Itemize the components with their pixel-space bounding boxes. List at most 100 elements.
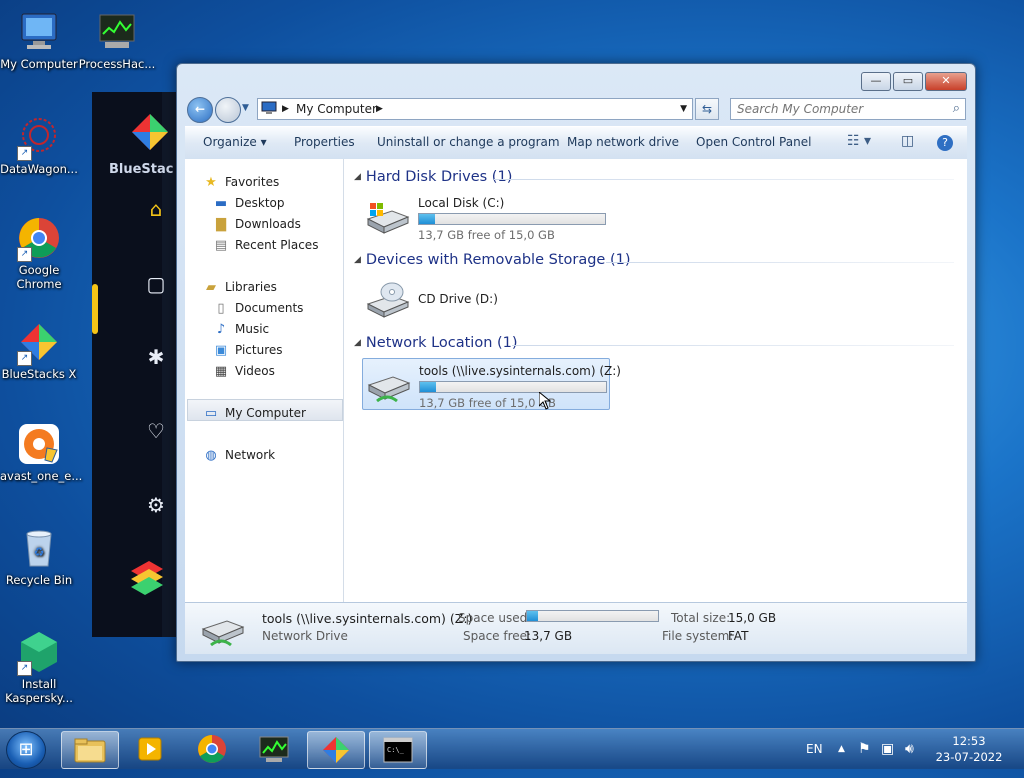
group-header-network[interactable]: ◢ Network Location (1) xyxy=(354,335,518,351)
drive-name: tools (\\live.sysinternals.com) (Z:) xyxy=(419,364,621,378)
organize-button[interactable]: Organize ▾ xyxy=(203,135,267,149)
minimize-button[interactable]: — xyxy=(861,72,891,91)
command-bar: Organize ▾ Properties Uninstall or chang… xyxy=(185,126,967,160)
caption-buttons: — ▭ ✕ xyxy=(859,72,967,91)
nav-item-my-computer[interactable]: ▭ My Computer xyxy=(203,404,306,422)
file-system-label: File system: xyxy=(662,629,734,643)
space-free-value: 13,7 GB xyxy=(524,629,573,643)
space-used-bar xyxy=(526,610,659,622)
nav-item-favorites[interactable]: ★ Favorites xyxy=(203,173,279,191)
taskbar-media-player[interactable] xyxy=(122,731,178,767)
space-free-label: Space free: xyxy=(463,629,532,643)
process-monitor-icon xyxy=(95,10,139,54)
nav-item-pictures[interactable]: ▣ Pictures xyxy=(213,341,283,359)
shortcut-arrow-icon: ↗ xyxy=(17,661,32,676)
nav-item-downloads[interactable]: ▇ Downloads xyxy=(213,215,301,233)
drive-z[interactable]: tools (\\live.sysinternals.com) (Z:) 13,… xyxy=(362,358,621,410)
store-icon[interactable]: ▢ xyxy=(144,272,168,296)
help-icon[interactable]: ? xyxy=(937,135,953,151)
computer-icon: ▭ xyxy=(204,406,218,421)
forward-button[interactable] xyxy=(215,97,241,123)
heart-icon[interactable]: ♡ xyxy=(144,419,168,443)
action-center-icon[interactable]: ⚑ xyxy=(858,729,871,769)
windows-logo-icon: ⊞ xyxy=(18,739,34,760)
network-disconnected-icon[interactable]: ▣ xyxy=(881,729,894,769)
bluestacks-player-icon[interactable] xyxy=(127,557,167,604)
group-divider xyxy=(606,262,954,263)
start-button[interactable]: ⊞ xyxy=(6,731,46,769)
show-hidden-icons-icon[interactable]: ▲ xyxy=(838,729,845,769)
nav-label: Desktop xyxy=(235,196,285,210)
desktop-icon-recycle-bin[interactable]: ♻ Recycle Bin xyxy=(0,526,78,587)
search-box[interactable]: ⌕ xyxy=(730,98,966,120)
desktop-icon-kaspersky[interactable]: ↗ Install Kaspersky... xyxy=(0,630,78,705)
drive-usage-bar xyxy=(418,213,606,225)
group-divider xyxy=(512,345,954,346)
bluestacks-brand: BlueStac xyxy=(109,162,174,177)
address-location[interactable]: My Computer xyxy=(296,102,377,116)
total-size-value: 15,0 GB xyxy=(728,611,777,625)
desktop-icon-chrome[interactable]: ↗ Google Chrome xyxy=(0,216,78,291)
desktop-icon-avast[interactable]: avast_one_e... xyxy=(0,422,82,483)
bluestacks-active-indicator xyxy=(92,284,98,334)
back-button[interactable]: ← xyxy=(187,97,213,123)
nav-item-documents[interactable]: ▯ Documents xyxy=(213,299,303,317)
desktop-icon-my-computer[interactable]: My Computer xyxy=(0,10,78,71)
map-network-drive-button[interactable]: Map network drive xyxy=(567,135,679,149)
taskbar-command-prompt[interactable]: C:\_ xyxy=(369,731,427,769)
preview-pane-icon[interactable]: ◫ xyxy=(901,133,914,149)
settings-icon[interactable]: ⚙ xyxy=(144,493,168,517)
desktop-icon-bluestacks[interactable]: ↗ BlueStacks X xyxy=(0,320,78,381)
desktop-icon-processhacker[interactable]: ProcessHac... xyxy=(78,10,156,71)
chrome-icon xyxy=(198,735,226,763)
desktop-icon-datawagon[interactable]: ↗ DataWagon... xyxy=(0,115,78,176)
open-control-panel-button[interactable]: Open Control Panel xyxy=(696,135,811,149)
bluestacks-window[interactable]: BlueStac ⌂ ▢ ✱ ♡ ⚙ xyxy=(92,92,182,637)
address-bar[interactable]: ▶ My Computer ▶ ▼ xyxy=(257,98,693,120)
nav-label: Documents xyxy=(235,301,304,315)
maximize-button[interactable]: ▭ xyxy=(893,72,923,91)
recent-pages-dropdown[interactable]: ▼ xyxy=(242,103,249,113)
hard-disk-icon xyxy=(366,199,410,235)
refresh-button[interactable]: ⇆ xyxy=(695,98,719,120)
uninstall-program-button[interactable]: Uninstall or change a program xyxy=(377,135,560,149)
volume-icon[interactable]: 🔊︎ xyxy=(905,729,914,769)
nav-item-music[interactable]: ♪ Music xyxy=(213,320,269,338)
search-input[interactable] xyxy=(735,99,944,119)
system-clock[interactable]: 12:53 23-07-2022 xyxy=(926,733,1012,765)
taskbar-processhacker[interactable] xyxy=(246,731,302,767)
pictures-icon: ▣ xyxy=(214,343,228,358)
mouse-cursor-icon xyxy=(538,390,552,413)
drive-c[interactable]: Local Disk (C:) 13,7 GB free of 15,0 GB xyxy=(362,191,608,242)
explorer-window[interactable]: — ▭ ✕ ← ▼ ▶ My Computer ▶ ▼ ⇆ ⌕ Organize… xyxy=(176,63,976,662)
group-header-removable[interactable]: ◢ Devices with Removable Storage (1) xyxy=(354,252,631,268)
address-dropdown-icon[interactable]: ▼ xyxy=(680,104,687,114)
drive-d[interactable]: CD Drive (D:) xyxy=(362,274,608,324)
language-indicator[interactable]: EN xyxy=(806,729,823,769)
properties-button[interactable]: Properties xyxy=(294,135,355,149)
collapse-triangle-icon[interactable]: ◢ xyxy=(354,338,361,348)
music-icon: ♪ xyxy=(216,322,226,337)
chevron-right-icon[interactable]: ▶ xyxy=(376,104,383,114)
group-header-hdd[interactable]: ◢ Hard Disk Drives (1) xyxy=(354,169,512,185)
nav-item-videos[interactable]: ▦ Videos xyxy=(213,362,275,380)
nav-item-libraries[interactable]: ▰ Libraries xyxy=(203,278,277,296)
nav-item-network[interactable]: ◍ Network xyxy=(203,446,275,464)
computer-icon xyxy=(17,10,61,54)
nav-item-recent-places[interactable]: ▤ Recent Places xyxy=(213,236,319,254)
svg-text:♻: ♻ xyxy=(34,545,45,559)
taskbar-bluestacks[interactable] xyxy=(307,731,365,769)
puzzle-icon[interactable]: ✱ xyxy=(144,345,168,369)
collapse-triangle-icon[interactable]: ◢ xyxy=(354,172,361,182)
taskbar-explorer[interactable] xyxy=(61,731,119,769)
chevron-right-icon[interactable]: ▶ xyxy=(282,104,289,114)
nav-label: Network xyxy=(225,448,276,462)
view-options-icon[interactable]: ☷ ▾ xyxy=(847,133,871,149)
taskbar-chrome[interactable] xyxy=(184,731,240,767)
collapse-triangle-icon[interactable]: ◢ xyxy=(354,255,361,265)
search-icon[interactable]: ⌕ xyxy=(953,101,960,116)
nav-item-desktop[interactable]: ▬ Desktop xyxy=(213,194,285,212)
close-button[interactable]: ✕ xyxy=(925,72,967,91)
star-icon: ★ xyxy=(205,175,217,190)
home-icon[interactable]: ⌂ xyxy=(144,197,168,221)
